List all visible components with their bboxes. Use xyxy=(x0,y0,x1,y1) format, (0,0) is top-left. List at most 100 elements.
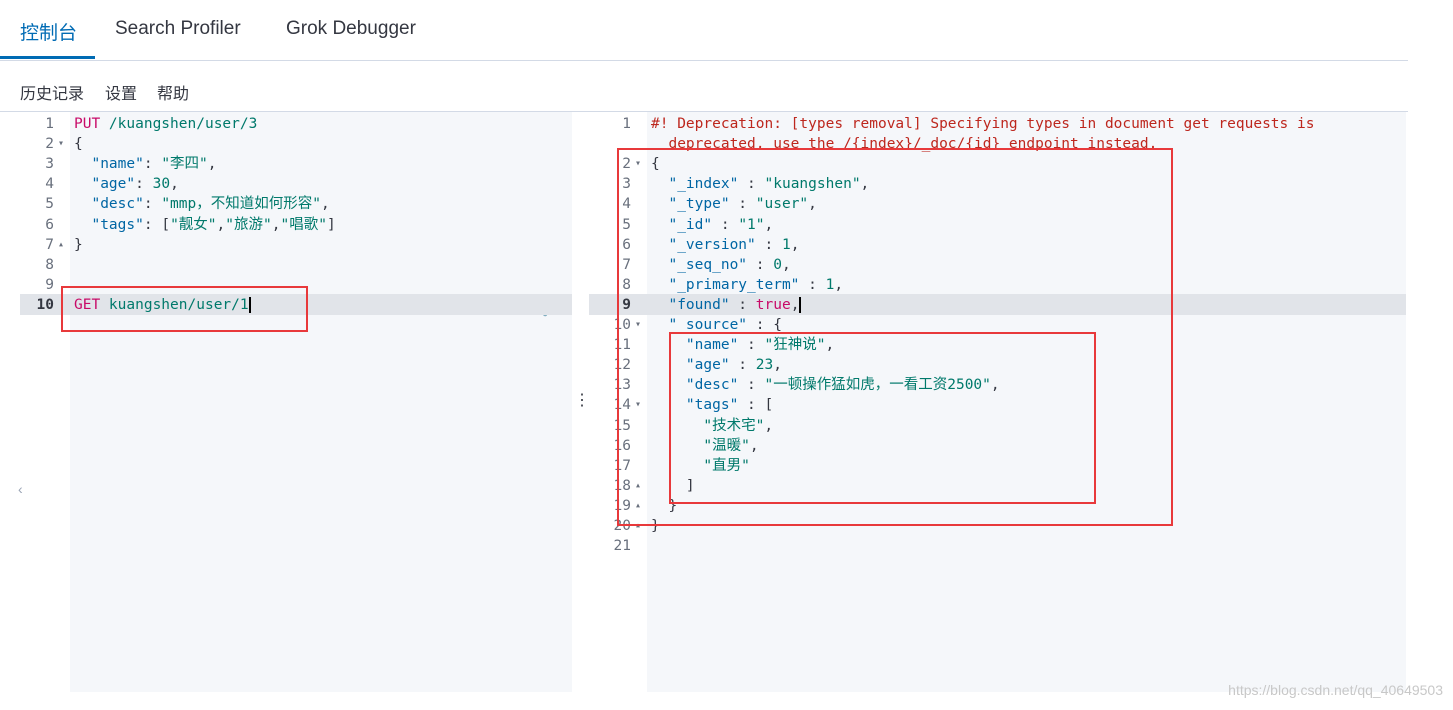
line-number: 11 xyxy=(613,337,631,354)
code-text: "技术宅", xyxy=(703,417,774,434)
request-editor[interactable]: ▷🔧 1PUT /kuangshen/user/32▾{3 "name": "李… xyxy=(20,112,572,692)
tab-search-profiler[interactable]: Search Profiler xyxy=(115,18,241,40)
code-text: { xyxy=(74,136,83,153)
line-number: 21 xyxy=(613,538,631,555)
line-number: 4 xyxy=(622,196,631,213)
line-number: 6 xyxy=(45,216,54,233)
collapse-chevron-icon[interactable]: ‹ xyxy=(18,481,23,497)
fold-close-icon[interactable]: ▴ xyxy=(58,235,64,255)
pane-resizer-handle[interactable]: ⋮ xyxy=(574,390,590,410)
code-text: "_index" : "kuangshen", xyxy=(668,176,870,193)
line-number: 9 xyxy=(622,296,631,313)
line-number: 19 xyxy=(613,497,631,514)
code-line: 11 "name" : "狂神说", xyxy=(589,335,1406,355)
active-tab-indicator xyxy=(0,56,95,59)
fold-close-icon[interactable]: ▴ xyxy=(635,476,641,496)
fold-open-icon[interactable]: ▾ xyxy=(635,154,641,174)
line-number: 7 xyxy=(45,236,54,253)
code-text: ] xyxy=(651,477,695,494)
code-line: 3 "name": "李四", xyxy=(20,154,572,174)
line-number: 2 xyxy=(45,136,54,153)
code-text: GET kuangshen/user/1 xyxy=(74,296,251,313)
tab-console[interactable]: 控制台 xyxy=(20,18,77,45)
code-line: 7 "_seq_no" : 0, xyxy=(589,255,1406,275)
code-line: 4 "age": 30, xyxy=(20,174,572,194)
line-number: 7 xyxy=(622,256,631,273)
line-number: 10 xyxy=(36,296,54,313)
line-number: 6 xyxy=(622,236,631,253)
code-text: #! Deprecation: [types removal] Specifyi… xyxy=(651,116,1315,132)
code-line: deprecated, use the /{index}/_doc/{id} e… xyxy=(589,134,1406,154)
line-number: 9 xyxy=(45,276,54,293)
code-text: "_source" : { xyxy=(668,317,782,333)
code-text: "age" : 23, xyxy=(685,357,782,374)
code-line: 18 ▴ ] xyxy=(589,476,1406,496)
watermark: https://blog.csdn.net/qq_40649503 xyxy=(1228,682,1443,698)
response-editor: 1 #! Deprecation: [types removal] Specify… xyxy=(589,112,1406,692)
line-number: 12 xyxy=(613,357,631,374)
history-link[interactable]: 历史记录 xyxy=(20,80,84,104)
line-number: 20 xyxy=(613,518,631,534)
fold-open-icon[interactable]: ▾ xyxy=(58,134,64,154)
code-line: 9 "found" : true, xyxy=(589,295,1406,315)
code-line: 13 "desc" : "一顿操作猛如虎，一看工资2500", xyxy=(589,375,1406,395)
line-number: 5 xyxy=(45,196,54,213)
line-number: 3 xyxy=(45,156,54,173)
code-line: 1 #! Deprecation: [types removal] Specify… xyxy=(589,114,1406,134)
text-cursor xyxy=(799,296,802,313)
code-text: "直男" xyxy=(703,457,750,474)
code-text: "tags" : [ xyxy=(685,397,774,414)
line-number: 15 xyxy=(613,417,631,434)
line-number: 8 xyxy=(45,256,54,273)
code-line: 5 "desc": "mmp，不知道如何形容", xyxy=(20,194,572,214)
line-number: 18 xyxy=(613,477,631,494)
code-text: "_seq_no" : 0, xyxy=(668,256,791,273)
code-line: 6 "tags": ["靓女","旅游","唱歌"] xyxy=(20,215,572,235)
line-number: 16 xyxy=(613,437,631,454)
code-text: { xyxy=(651,156,660,173)
code-text: "tags": ["靓女","旅游","唱歌"] xyxy=(91,216,336,233)
tab-grok-debugger[interactable]: Grok Debugger xyxy=(286,18,416,40)
fold-close-icon[interactable]: ▴ xyxy=(635,496,641,516)
code-line: 21 xyxy=(589,536,1406,556)
line-number: 8 xyxy=(622,276,631,293)
code-text: } xyxy=(74,236,83,253)
code-line: 2 ▾ { xyxy=(589,154,1406,174)
code-text: "name" : "狂神说", xyxy=(685,337,835,354)
help-link[interactable]: 帮助 xyxy=(157,80,189,104)
code-text: "_id" : "1", xyxy=(668,216,774,233)
top-tab-bar: 控制台 Search Profiler Grok Debugger xyxy=(0,0,1408,61)
code-line: 12 "age" : 23, xyxy=(589,355,1406,375)
code-line: 6 "_version" : 1, xyxy=(589,235,1406,255)
line-number: 2 xyxy=(622,156,631,173)
code-text: "found" : true, xyxy=(668,296,802,313)
fold-close-icon[interactable]: ▴ xyxy=(635,516,641,536)
line-number: 1 xyxy=(45,116,54,132)
fold-open-icon[interactable]: ▾ xyxy=(635,395,641,415)
code-line: 8 xyxy=(20,255,572,275)
settings-link[interactable]: 设置 xyxy=(105,80,137,104)
code-text: "desc" : "一顿操作猛如虎，一看工资2500", xyxy=(685,377,1000,394)
code-text: PUT /kuangshen/user/3 xyxy=(74,116,258,132)
code-line: 9 xyxy=(20,275,572,295)
code-text: "温暖", xyxy=(703,437,759,454)
code-line: 17 "直男" xyxy=(589,456,1406,476)
code-line: 10 ▾ "_source" : { xyxy=(589,315,1406,335)
fold-open-icon[interactable]: ▾ xyxy=(635,315,641,335)
console-menu: 历史记录 设置 帮助 xyxy=(0,60,1408,112)
code-text: } xyxy=(651,518,660,534)
code-line: 20 ▴} xyxy=(589,516,1406,536)
line-number: 3 xyxy=(622,176,631,193)
code-line: 4 "_type" : "user", xyxy=(589,194,1406,214)
line-number: 10 xyxy=(613,317,631,333)
code-line: 5 "_id" : "1", xyxy=(589,215,1406,235)
code-line: 3 "_index" : "kuangshen", xyxy=(589,174,1406,194)
code-text: "_version" : 1, xyxy=(668,236,800,253)
line-number: 4 xyxy=(45,176,54,193)
code-line: 14 ▾ "tags" : [ xyxy=(589,395,1406,415)
code-text: "age": 30, xyxy=(91,176,179,193)
line-number: 5 xyxy=(622,216,631,233)
code-line: 2 ▾ { xyxy=(20,134,572,154)
code-line: 19 ▴ } xyxy=(589,496,1406,516)
code-line: 10 GET kuangshen/user/1 xyxy=(20,295,572,315)
